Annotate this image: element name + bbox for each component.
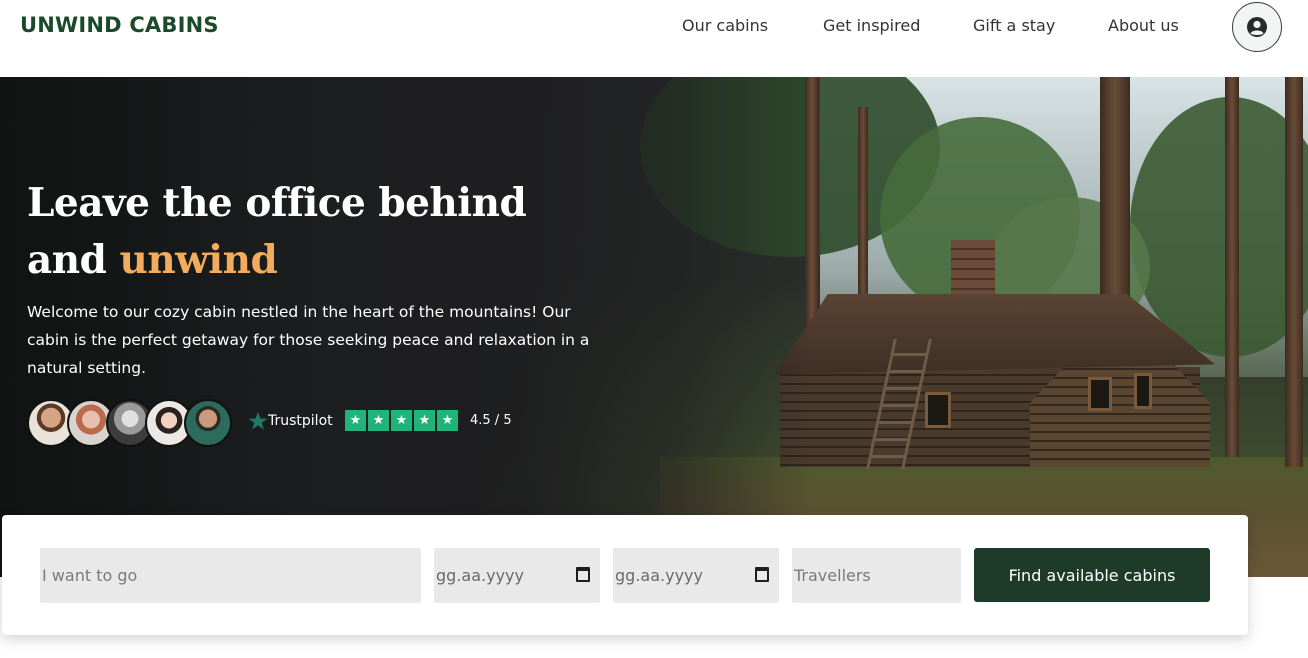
checkout-date-input[interactable]: gg.aa.yyyy <box>613 548 779 603</box>
star-icon: ★ <box>391 410 412 431</box>
site-header: UNWIND CABINS Our cabins Get inspired Gi… <box>0 0 1308 77</box>
trustpilot-star-icon <box>248 412 268 430</box>
star-icon: ★ <box>414 410 435 431</box>
avatar <box>184 399 232 447</box>
destination-input[interactable]: I want to go <box>40 548 421 603</box>
account-button[interactable] <box>1232 2 1282 52</box>
nav-about-us[interactable]: About us <box>1108 16 1179 35</box>
hero-title: Leave the office behind and unwind <box>27 175 527 289</box>
trustpilot-badge[interactable]: Trustpilot <box>248 411 333 431</box>
trustpilot-label: Trustpilot <box>268 413 333 429</box>
calendar-icon[interactable] <box>755 567 769 582</box>
checkin-date-input[interactable]: gg.aa.yyyy <box>434 548 600 603</box>
checkin-placeholder: gg.aa.yyyy <box>436 566 524 585</box>
hero-description: Welcome to our cozy cabin nestled in the… <box>27 303 590 377</box>
nav-our-cabins[interactable]: Our cabins <box>682 16 768 35</box>
nav-gift-a-stay-link[interactable]: Gift a stay <box>973 16 1055 35</box>
travellers-input[interactable]: Travellers <box>792 548 961 603</box>
rating-text: 4.5 / 5 <box>470 413 512 428</box>
user-circle-icon <box>1247 17 1267 37</box>
hero-title-line1: Leave the office behind <box>27 180 527 226</box>
nav-get-inspired[interactable]: Get inspired <box>823 16 920 35</box>
destination-placeholder: I want to go <box>42 566 138 585</box>
nav-about-us-link[interactable]: About us <box>1108 16 1179 35</box>
checkout-placeholder: gg.aa.yyyy <box>615 566 703 585</box>
hero-section: Leave the office behind and unwind Welco… <box>0 77 1308 577</box>
star-icon: ★ <box>437 410 458 431</box>
rating-stars: ★ ★ ★ ★ ★ <box>345 410 460 431</box>
nav-our-cabins-link[interactable]: Our cabins <box>682 16 768 35</box>
calendar-icon[interactable] <box>576 567 590 582</box>
star-icon: ★ <box>345 410 366 431</box>
find-cabins-button[interactable]: Find available cabins <box>974 548 1210 602</box>
nav-get-inspired-link[interactable]: Get inspired <box>823 16 920 35</box>
nav-gift-a-stay[interactable]: Gift a stay <box>973 16 1055 35</box>
site-logo[interactable]: UNWIND CABINS <box>20 13 219 37</box>
hero-title-line2: and unwind <box>27 232 526 289</box>
travellers-placeholder: Travellers <box>794 566 871 585</box>
hero-title-prefix: and <box>27 237 120 283</box>
search-card: I want to go gg.aa.yyyy gg.aa.yyyy Trave… <box>2 515 1248 635</box>
hero-title-accent: unwind <box>119 237 278 283</box>
star-icon: ★ <box>368 410 389 431</box>
